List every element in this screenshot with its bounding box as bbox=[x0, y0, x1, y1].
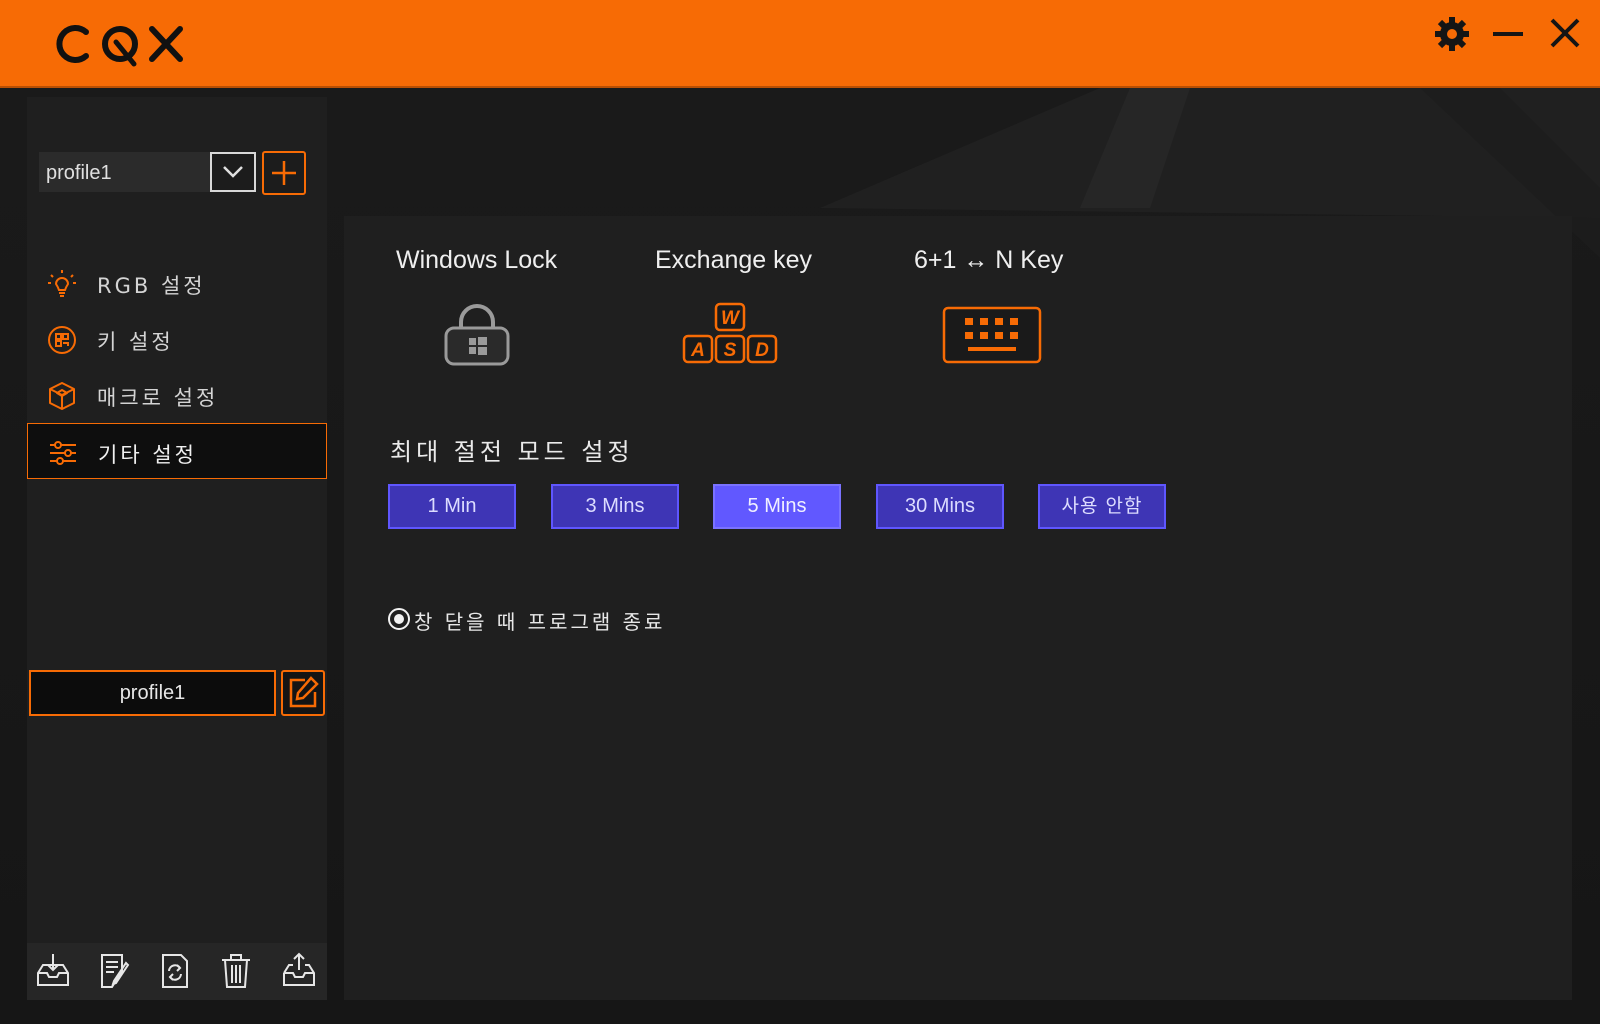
menu-label-macro: 매크로 설정 bbox=[97, 386, 219, 410]
windows-lock-label: Windows Lock bbox=[396, 246, 558, 274]
export-icon bbox=[283, 952, 315, 986]
export-profile-button[interactable] bbox=[279, 951, 319, 991]
exit-on-close-radio[interactable] bbox=[388, 608, 410, 630]
bulb-icon bbox=[48, 270, 76, 297]
power-option-30mins[interactable]: 30 Mins bbox=[876, 484, 1004, 529]
svg-text:D: D bbox=[755, 340, 769, 361]
wasd-icon: W A S D bbox=[682, 302, 778, 364]
menu-item-rgb[interactable]: RGB 설정 bbox=[27, 255, 327, 311]
reset-profile-button[interactable] bbox=[155, 951, 195, 991]
exchange-key-toggle[interactable]: W A S D bbox=[682, 302, 782, 366]
windows-lock-toggle[interactable] bbox=[442, 302, 512, 368]
settings-button[interactable] bbox=[1432, 14, 1472, 54]
cube-icon bbox=[49, 382, 75, 410]
edit-profile-button[interactable] bbox=[281, 670, 325, 716]
nkey-label: 6+1 ↔ N Key bbox=[914, 246, 1064, 274]
close-button[interactable] bbox=[1545, 14, 1585, 54]
refresh-icon bbox=[162, 954, 188, 988]
menu-item-macro[interactable]: 매크로 설정 bbox=[27, 367, 327, 423]
minimize-icon bbox=[1493, 32, 1523, 36]
svg-text:W: W bbox=[721, 308, 741, 329]
power-option-3mins[interactable]: 3 Mins bbox=[551, 484, 679, 529]
svg-text:A: A bbox=[690, 340, 705, 361]
menu-item-keys[interactable]: 키 설정 bbox=[27, 311, 327, 367]
import-profile-button[interactable] bbox=[33, 951, 73, 991]
nkey-toggle[interactable] bbox=[942, 306, 1042, 364]
settings-panel: Windows Lock Exchange key 6+1 ↔ N Key W bbox=[344, 216, 1572, 1000]
cox-logo bbox=[56, 25, 183, 67]
profile-name-field[interactable]: profile1 bbox=[29, 670, 276, 716]
power-option-disabled[interactable]: 사용 안함 bbox=[1038, 484, 1166, 529]
plus-icon bbox=[272, 161, 296, 185]
profile-toolbar bbox=[27, 943, 327, 1000]
minimize-button[interactable] bbox=[1488, 14, 1528, 54]
gear-icon bbox=[1435, 17, 1469, 51]
document-button[interactable] bbox=[94, 951, 134, 991]
exchange-key-label: Exchange key bbox=[655, 246, 813, 274]
power-option-5mins[interactable]: 5 Mins bbox=[713, 484, 841, 529]
document-icon bbox=[101, 954, 130, 988]
profile-select[interactable]: profile1 bbox=[39, 152, 211, 192]
menu-item-other[interactable]: 기타 설정 bbox=[27, 423, 327, 479]
trash-icon bbox=[222, 954, 250, 988]
add-profile-button[interactable] bbox=[262, 151, 306, 195]
close-icon bbox=[1550, 18, 1580, 48]
import-icon bbox=[37, 954, 69, 986]
sliders-icon bbox=[50, 441, 76, 465]
keyboard-icon bbox=[942, 306, 1042, 364]
exit-on-close-label: 창 닫을 때 프로그램 종료 bbox=[414, 610, 666, 634]
menu-label-other: 기타 설정 bbox=[98, 443, 197, 467]
delete-profile-button[interactable] bbox=[216, 951, 256, 991]
svg-text:S: S bbox=[724, 340, 737, 361]
edit-icon bbox=[289, 676, 319, 708]
sidebar: profile1 RGB 설정 키 설정 매크로 설정 기타 설정 profil… bbox=[27, 97, 327, 1000]
profile-dropdown-button[interactable] bbox=[210, 152, 256, 192]
chevron-down-icon bbox=[223, 166, 243, 178]
radio-dot bbox=[394, 614, 404, 624]
windows-lock-icon bbox=[444, 304, 510, 366]
power-option-1min[interactable]: 1 Min bbox=[388, 484, 516, 529]
title-bar bbox=[0, 0, 1600, 88]
keys-icon bbox=[48, 326, 76, 354]
power-save-section-title: 최대 절전 모드 설정 bbox=[390, 438, 634, 466]
menu-label-keys: 키 설정 bbox=[97, 330, 174, 354]
menu-label-rgb: RGB 설정 bbox=[97, 274, 206, 298]
